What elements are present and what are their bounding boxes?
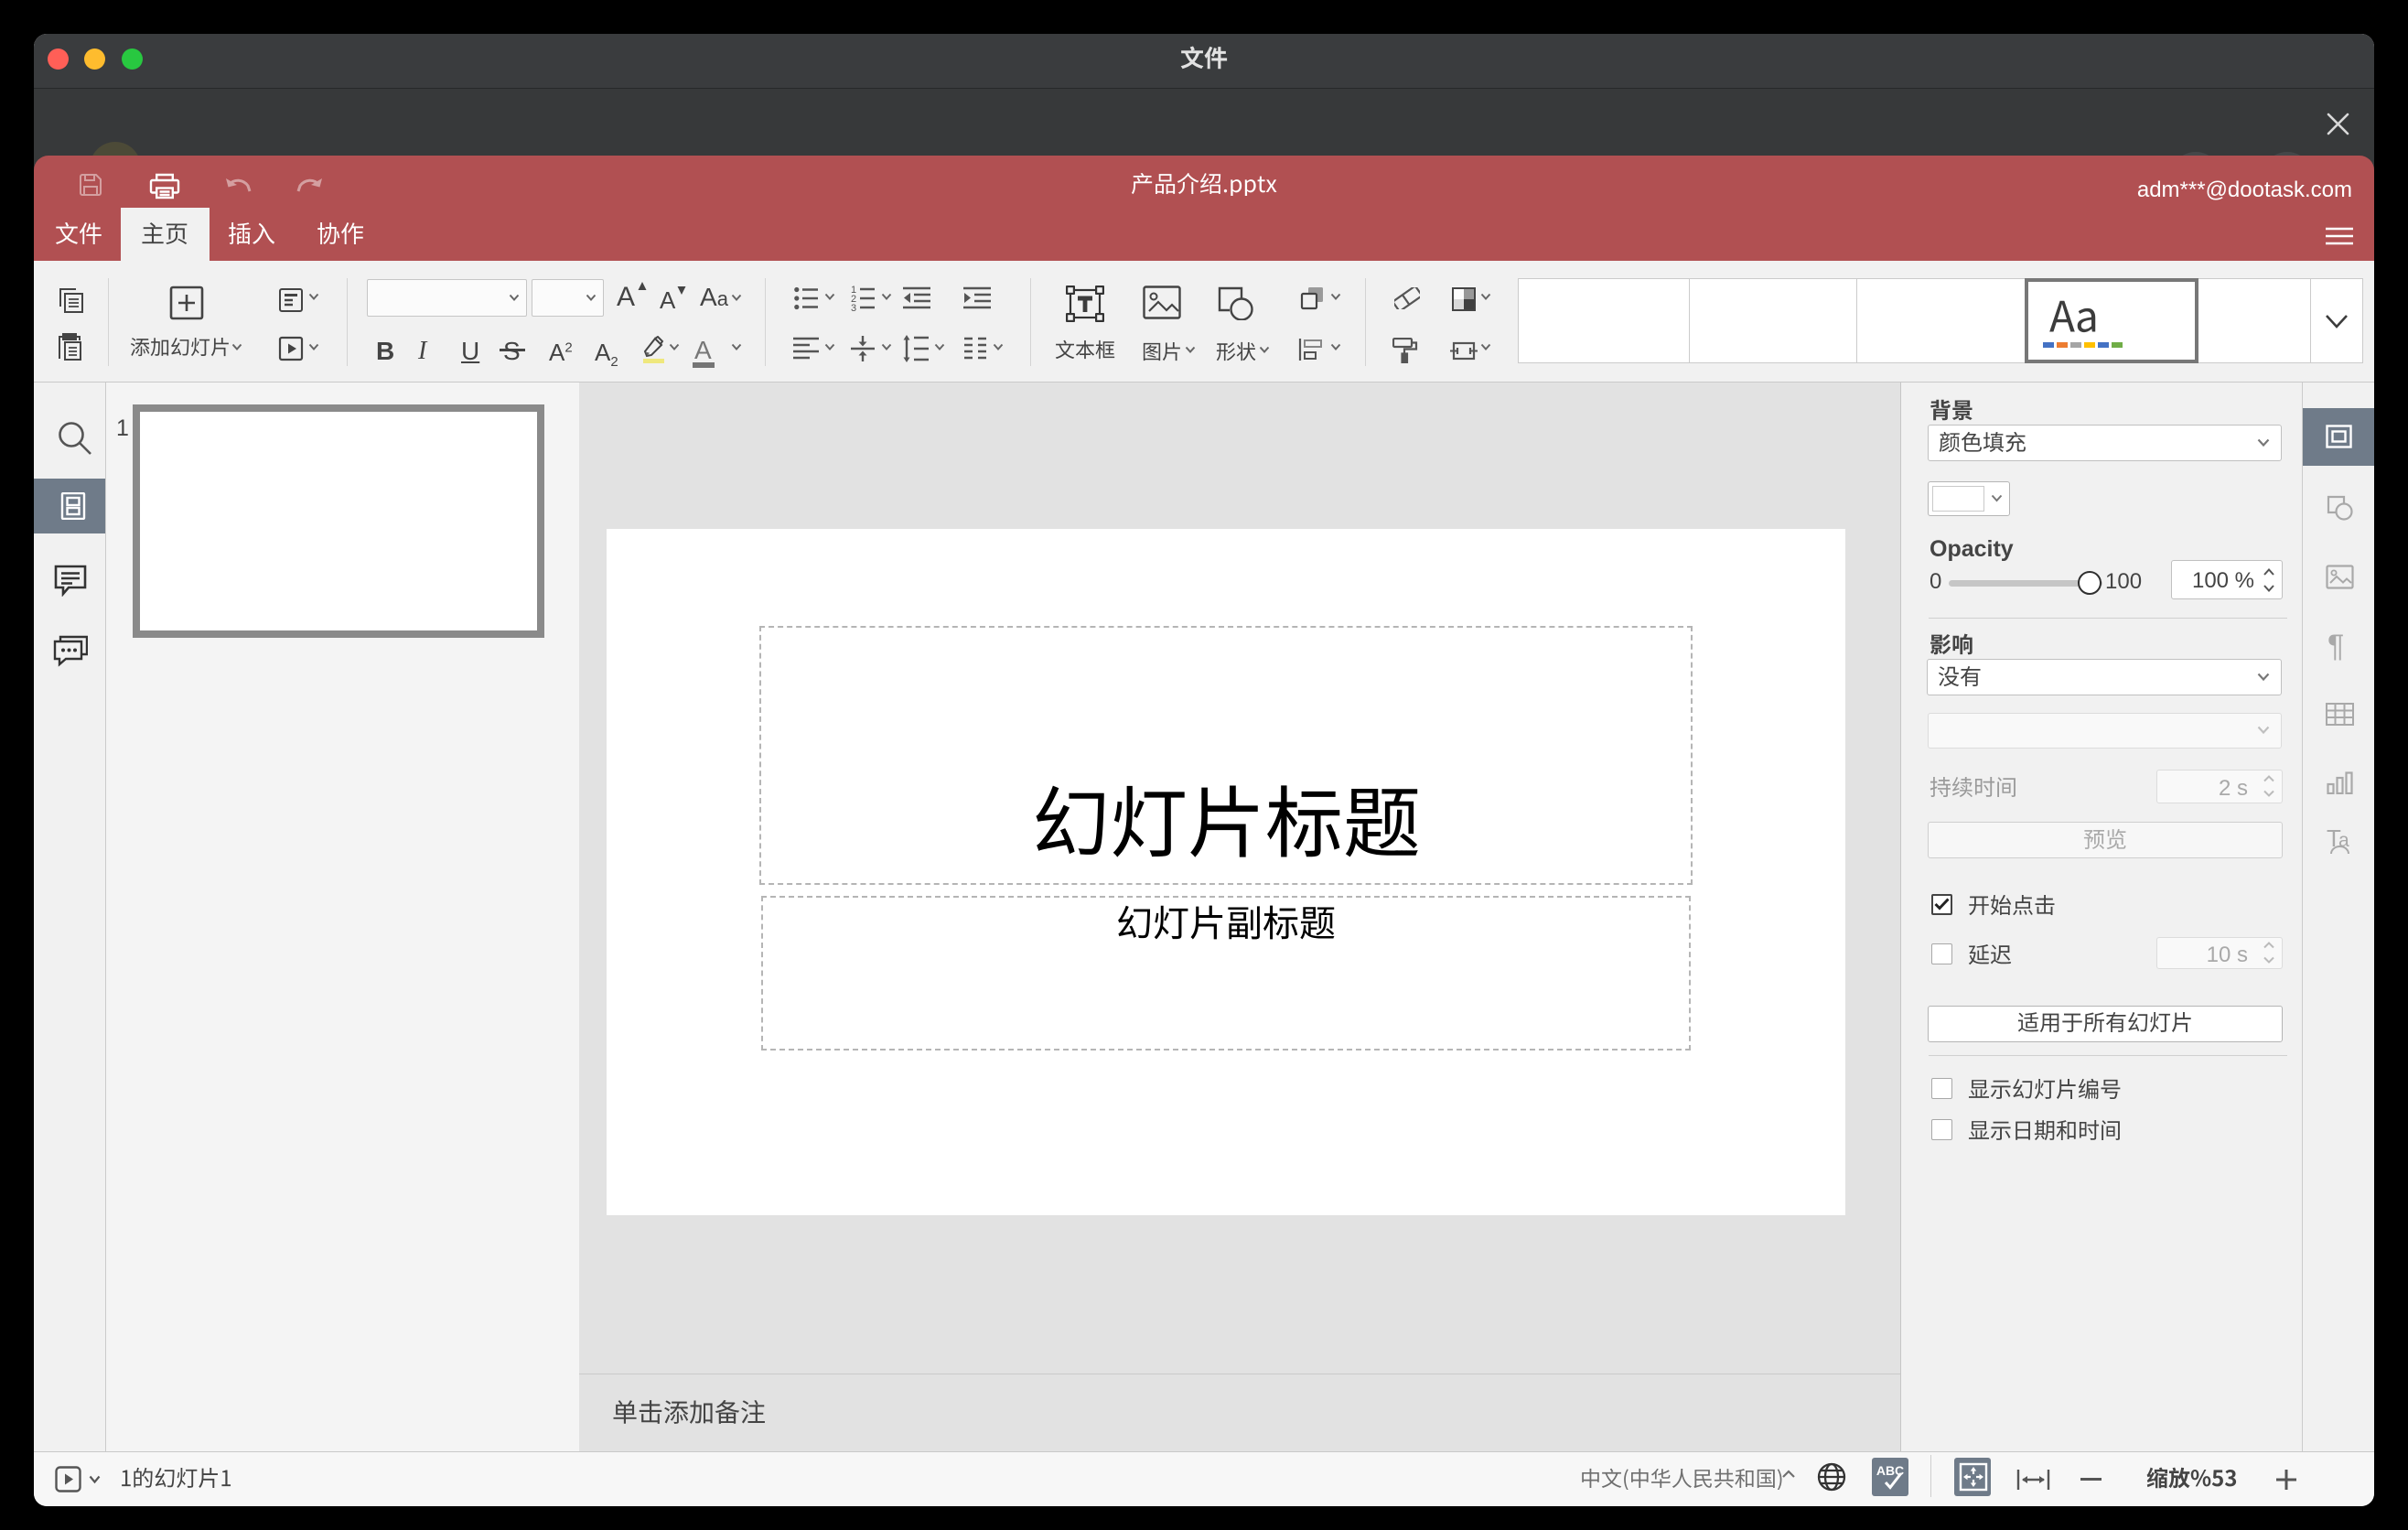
svg-text:3: 3	[851, 303, 856, 312]
